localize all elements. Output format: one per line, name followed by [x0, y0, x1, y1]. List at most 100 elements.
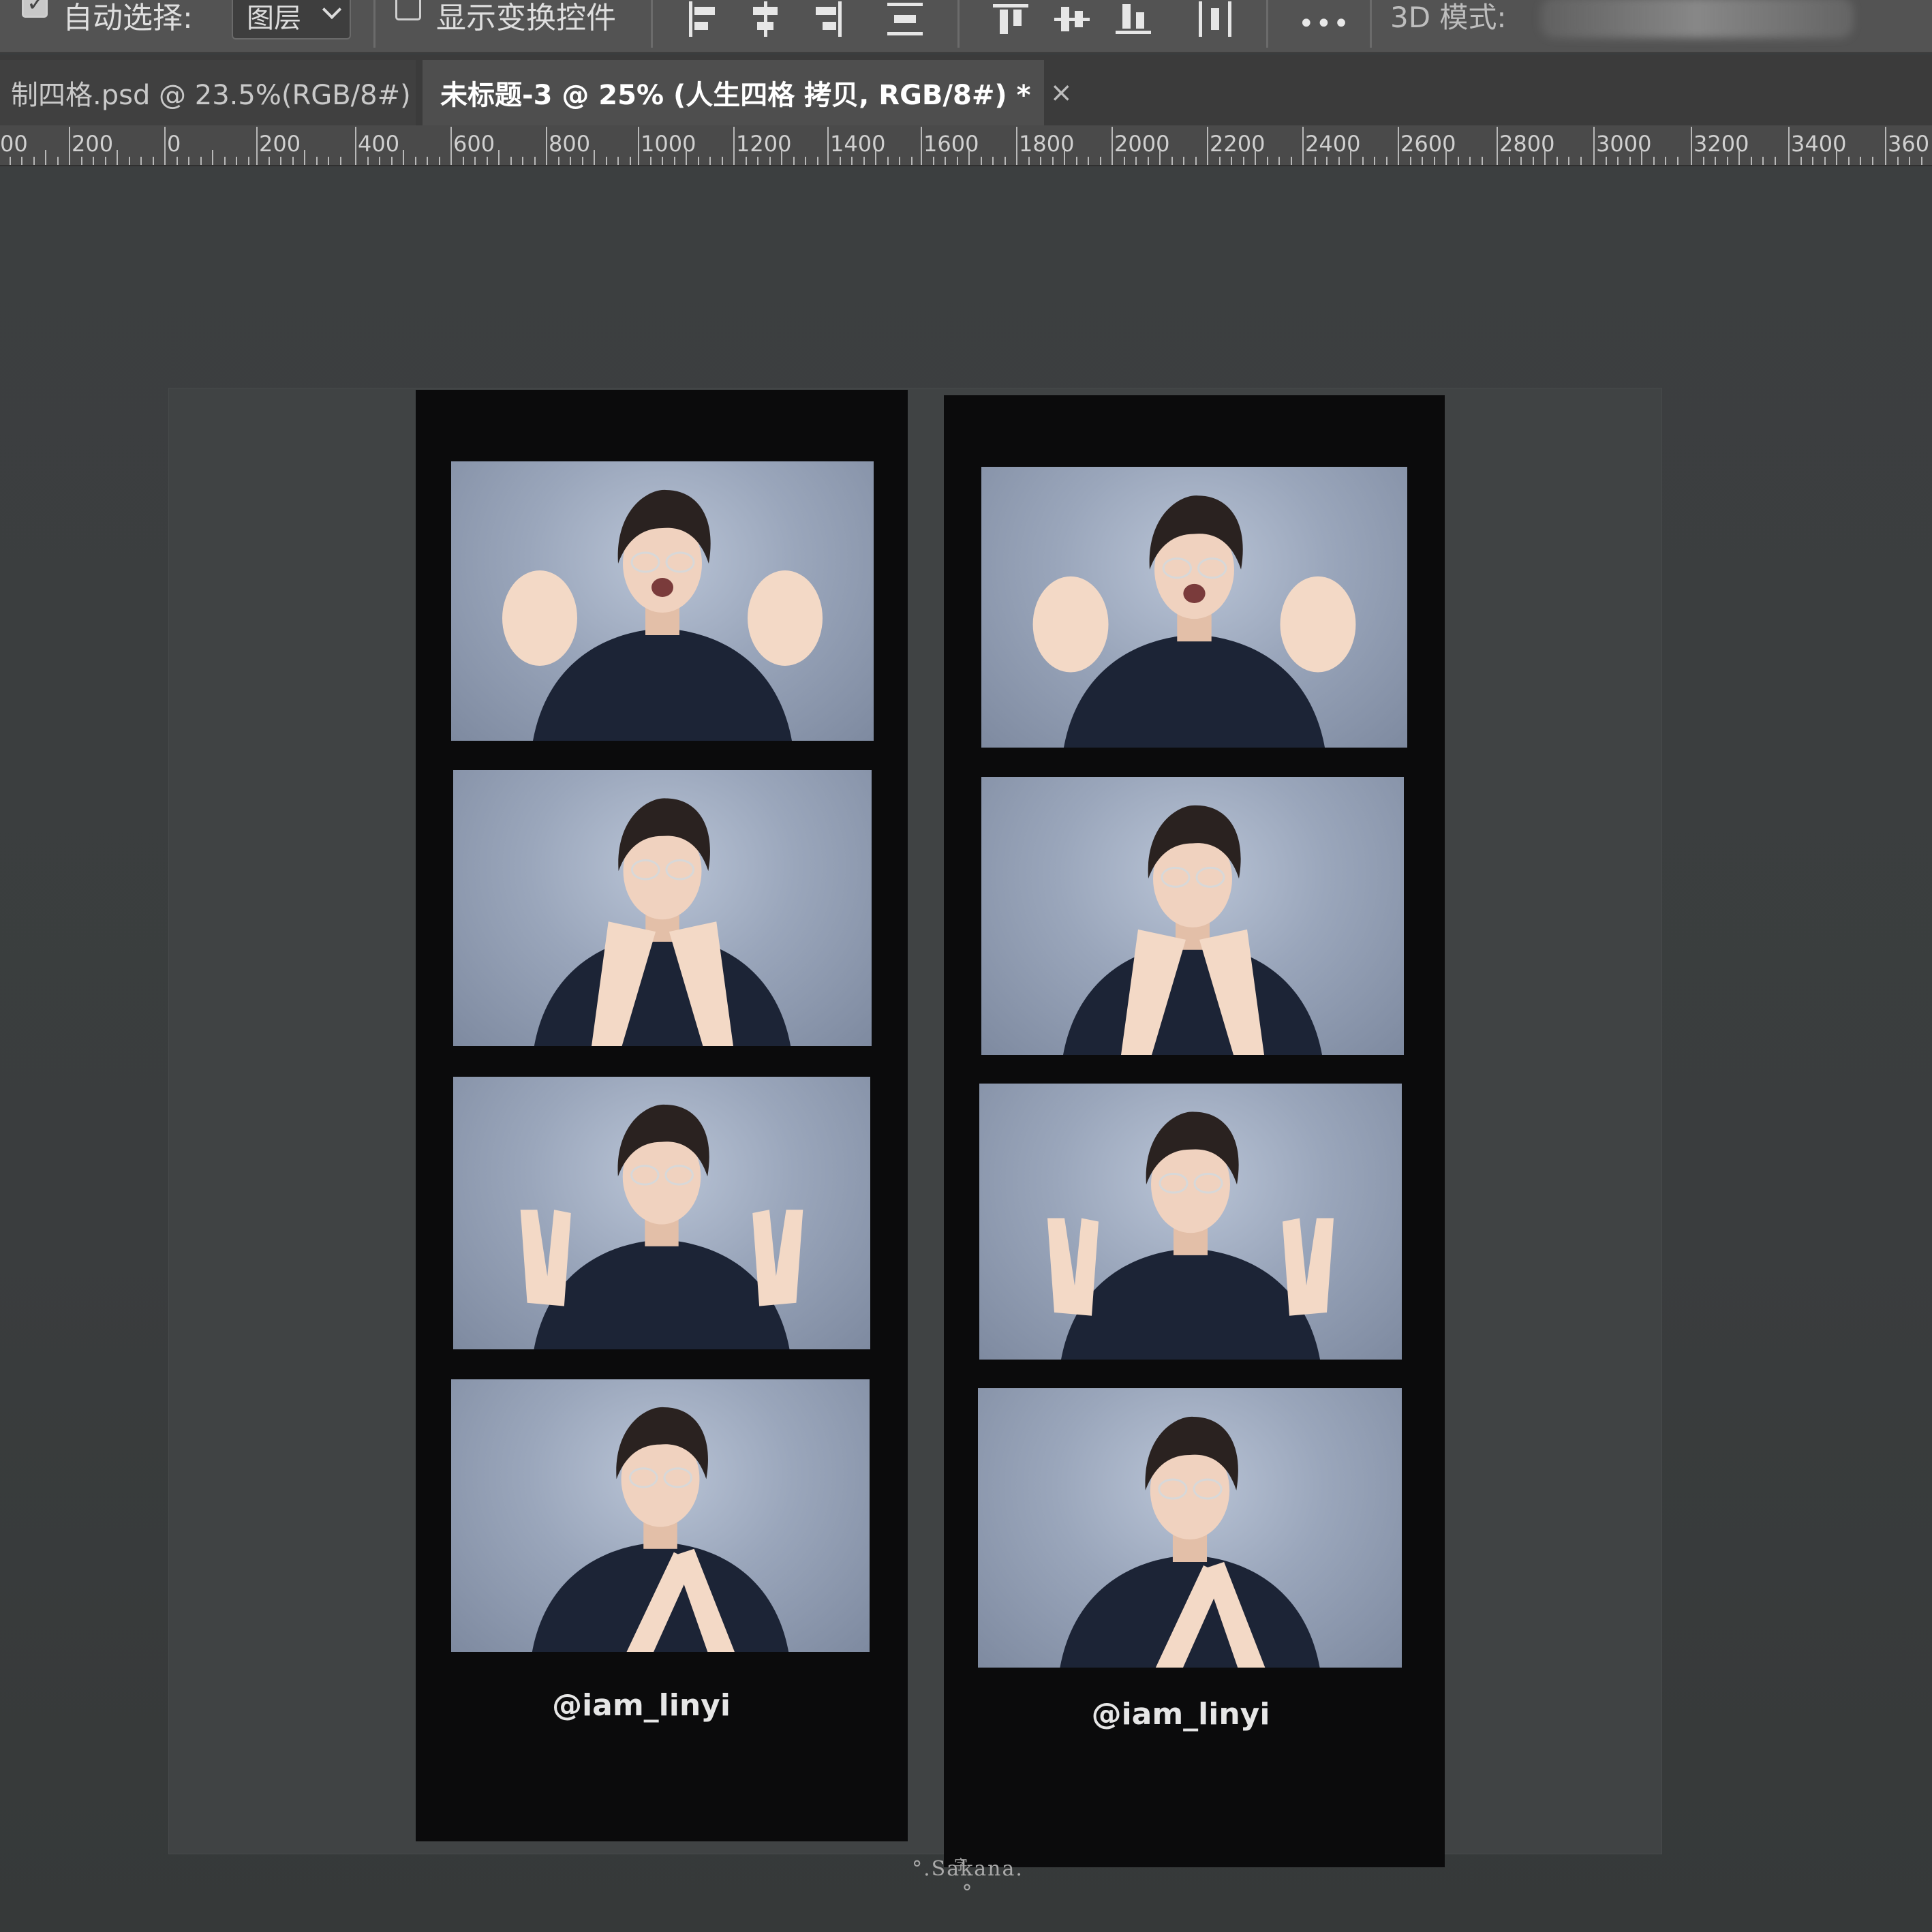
ruler-major-tick — [1111, 127, 1113, 165]
ruler-minor-tick — [1242, 157, 1244, 165]
ruler-minor-tick — [1147, 157, 1149, 165]
ruler-minor-tick — [1520, 157, 1522, 165]
ruler-minor-tick — [816, 157, 818, 165]
ruler-major-tick — [1788, 127, 1790, 165]
hand-shape — [520, 1210, 571, 1306]
ruler-label: 00 — [0, 131, 28, 157]
ruler-minor-tick — [557, 157, 559, 165]
distribute-horizontal-icon[interactable] — [1196, 0, 1234, 38]
photo-frame — [979, 1084, 1402, 1360]
strip-handle-text: @iam_linyi — [1091, 1697, 1270, 1732]
ruler-minor-tick — [1532, 157, 1534, 165]
ruler-minor-tick — [1738, 150, 1740, 165]
align-vcenter-icon[interactable] — [1053, 0, 1091, 38]
auto-select-checkbox[interactable] — [22, 0, 48, 18]
ruler-major-tick — [1593, 127, 1595, 165]
photo-frame — [453, 1077, 870, 1349]
ruler-label: 360 — [1888, 131, 1930, 157]
align-hcenter-icon[interactable] — [746, 0, 784, 38]
ruler-minor-tick — [1433, 157, 1435, 165]
person-figure — [534, 798, 791, 1046]
ruler-label: 2600 — [1400, 131, 1456, 157]
horizontal-ruler[interactable]: 00 200 0 200 400 600 800 1000 1200 1400 1600 1800 20… — [0, 125, 1932, 166]
ruler-minor-tick — [1445, 150, 1447, 165]
ruler-minor-tick — [863, 157, 865, 165]
ruler-label: 2400 — [1305, 131, 1361, 157]
ruler-minor-tick — [805, 157, 806, 165]
distribute-vertical-icon[interactable] — [886, 0, 924, 38]
ruler-minor-tick — [1290, 157, 1292, 165]
ruler-major-tick — [450, 127, 452, 165]
align-left-icon[interactable] — [685, 0, 723, 38]
ruler-minor-tick — [875, 150, 876, 165]
hand-shape — [1283, 1218, 1334, 1316]
tab-document-1[interactable]: 制四格.psd @ 23.5%(RGB/8#) × — [0, 60, 453, 125]
ruler-minor-tick — [1350, 150, 1351, 165]
close-icon[interactable]: × — [1049, 77, 1073, 108]
document-tab-bar: 制四格.psd @ 23.5%(RGB/8#) × 未标题-3 @ 25% (人… — [0, 55, 1932, 125]
ruler-minor-tick — [1362, 157, 1364, 165]
ruler-minor-tick — [1374, 157, 1375, 165]
ruler-minor-tick — [1580, 157, 1582, 165]
ruler-minor-tick — [945, 157, 946, 165]
ruler-minor-tick — [697, 157, 699, 165]
ruler-minor-tick — [745, 157, 747, 165]
photo-strip-right: @iam_linyi — [944, 395, 1445, 1867]
ruler-minor-tick — [117, 150, 118, 165]
ruler-minor-tick — [379, 157, 380, 165]
ruler-minor-tick — [1920, 157, 1922, 165]
ruler-minor-tick — [292, 157, 294, 165]
ruler-minor-tick — [781, 150, 782, 165]
photo-frame — [451, 461, 874, 741]
auto-select-label: 自动选择: — [63, 1, 193, 35]
photo-frame — [981, 777, 1404, 1055]
ruler-minor-tick — [9, 157, 11, 165]
ruler-label: 3400 — [1791, 131, 1847, 157]
options-bar: 自动选择: 图层 显示变换控件 ••• 3D 模式: — [0, 0, 1932, 53]
more-options-icon[interactable]: ••• — [1298, 8, 1351, 40]
ruler-minor-tick — [709, 157, 711, 165]
ruler-label: 800 — [549, 131, 591, 157]
3d-mode-icons[interactable] — [1540, 0, 1854, 38]
ruler-minor-tick — [992, 157, 994, 165]
ruler-major-tick — [827, 127, 829, 165]
toolbar-divider — [1370, 0, 1372, 48]
ruler-minor-tick — [304, 150, 305, 165]
ruler-minor-tick — [328, 157, 329, 165]
ruler-minor-tick — [414, 157, 416, 165]
ruler-minor-tick — [570, 157, 571, 165]
toolbar-divider — [373, 0, 375, 48]
ruler-minor-tick — [1064, 150, 1065, 165]
tab-document-2[interactable]: 未标题-3 @ 25% (人生四格 拷贝, RGB/8#) * × — [423, 60, 1073, 125]
ruler-label: 400 — [358, 131, 400, 157]
ruler-minor-tick — [1088, 157, 1089, 165]
ruler-label: 1200 — [736, 131, 792, 157]
auto-select-value: 图层 — [247, 3, 301, 34]
ruler-minor-tick — [793, 157, 795, 165]
ruler-minor-tick — [1774, 157, 1776, 165]
ruler-minor-tick — [280, 157, 281, 165]
ruler-minor-tick — [1183, 157, 1184, 165]
strip-handle-text: @iam_linyi — [552, 1688, 731, 1723]
ruler-minor-tick — [617, 157, 619, 165]
auto-select-dropdown[interactable]: 图层 — [232, 0, 351, 40]
ruler-minor-tick — [1605, 157, 1607, 165]
ruler-minor-tick — [932, 157, 934, 165]
photo-frame — [978, 1388, 1402, 1668]
person-figure — [1032, 495, 1356, 748]
ruler-minor-tick — [45, 150, 46, 165]
ruler-minor-tick — [1653, 157, 1655, 165]
ruler-minor-tick — [57, 157, 59, 165]
ruler-minor-tick — [80, 157, 82, 165]
ruler-minor-tick — [1231, 157, 1232, 165]
align-top-icon[interactable] — [992, 0, 1030, 38]
ruler-major-tick — [1398, 127, 1399, 165]
show-transform-checkbox[interactable] — [395, 0, 421, 20]
watermark-text: °.Sakana.° — [912, 1857, 1024, 1905]
ruler-minor-tick — [769, 157, 771, 165]
align-bottom-icon[interactable] — [1114, 0, 1152, 38]
ruler-minor-tick — [662, 157, 663, 165]
mouth-shape — [651, 578, 673, 597]
align-right-icon[interactable] — [808, 0, 846, 38]
ruler-minor-tick — [980, 157, 982, 165]
